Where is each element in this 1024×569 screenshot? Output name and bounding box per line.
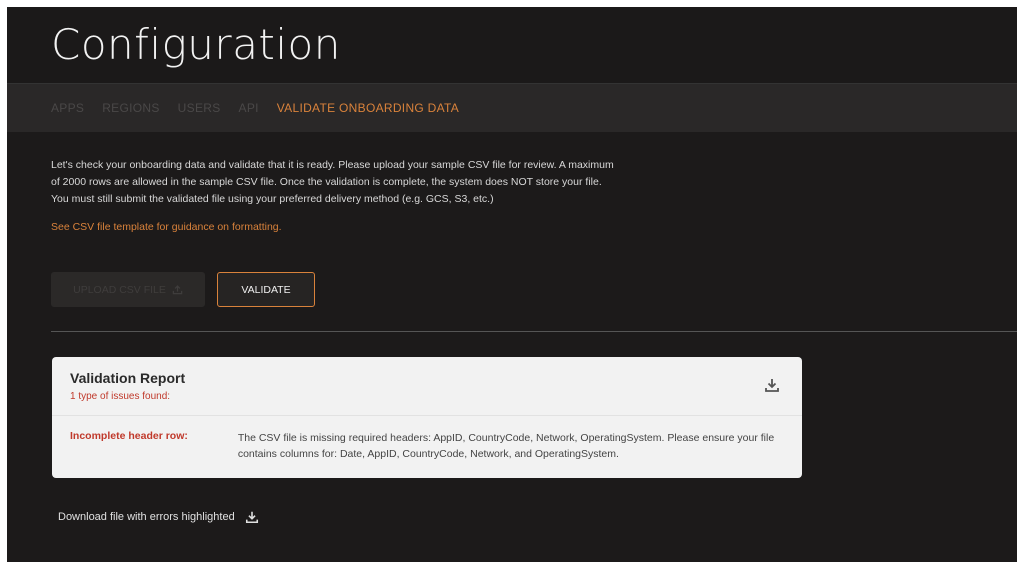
app-window: Configuration APPS REGIONS USERS API VAL… bbox=[7, 7, 1017, 562]
download-icon[interactable] bbox=[764, 377, 780, 393]
issues-summary: 1 type of issues found: bbox=[70, 391, 171, 402]
download-errors-label: Download file with errors highlighted bbox=[58, 511, 235, 523]
report-header: Validation Report 1 type of issues found… bbox=[52, 357, 802, 416]
validate-button[interactable]: VALIDATE bbox=[217, 272, 315, 307]
csv-template-link[interactable]: See CSV file template for guidance on fo… bbox=[51, 221, 282, 233]
action-buttons: UPLOAD CSV FILE VALIDATE bbox=[51, 272, 315, 307]
tab-apps[interactable]: APPS bbox=[51, 101, 84, 115]
issue-label: Incomplete header row: bbox=[70, 430, 188, 442]
download-icon bbox=[245, 511, 258, 524]
report-title: Validation Report bbox=[70, 370, 186, 386]
issue-row: Incomplete header row: The CSV file is m… bbox=[52, 416, 802, 462]
main-content: Let's check your onboarding data and val… bbox=[51, 157, 1011, 307]
page-header: Configuration bbox=[7, 7, 1017, 84]
section-divider bbox=[51, 331, 1017, 332]
tab-bar: APPS REGIONS USERS API VALIDATE ONBOARDI… bbox=[7, 84, 1017, 132]
issue-description: The CSV file is missing required headers… bbox=[237, 432, 775, 460]
tab-users[interactable]: USERS bbox=[178, 101, 221, 115]
validation-report-card: Validation Report 1 type of issues found… bbox=[52, 357, 802, 478]
tab-api[interactable]: API bbox=[239, 101, 259, 115]
instructions-text: Let's check your onboarding data and val… bbox=[51, 159, 614, 205]
tab-regions[interactable]: REGIONS bbox=[102, 101, 159, 115]
download-errors-link[interactable]: Download file with errors highlighted bbox=[58, 510, 259, 524]
page-title: Configuration bbox=[51, 20, 341, 69]
tab-validate-onboarding-data[interactable]: VALIDATE ONBOARDING DATA bbox=[277, 101, 459, 115]
upload-icon bbox=[172, 285, 183, 295]
upload-csv-label: UPLOAD CSV FILE bbox=[73, 283, 166, 296]
upload-csv-button[interactable]: UPLOAD CSV FILE bbox=[51, 272, 205, 307]
